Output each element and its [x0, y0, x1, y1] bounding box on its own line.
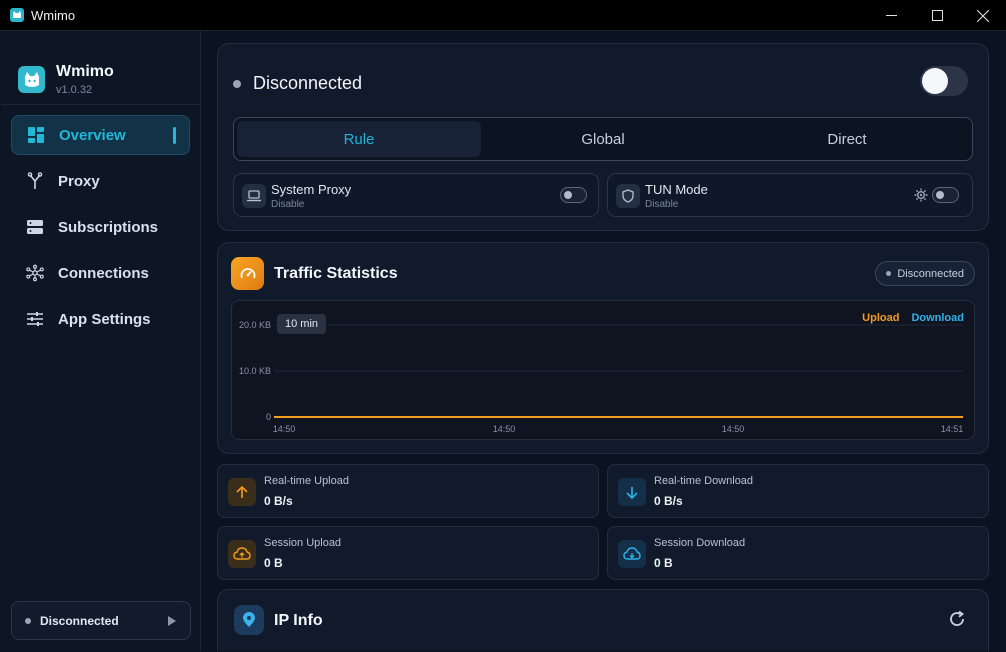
system-proxy-state: Disable	[271, 199, 305, 210]
minimize-icon	[885, 15, 897, 16]
cloud-download-icon	[618, 540, 646, 568]
window-title: Wmimo	[31, 7, 76, 23]
ip-info-card: IP Info	[217, 589, 989, 651]
connection-card: Disconnected Rule Global Direct System P…	[217, 43, 989, 231]
toggle-knob	[936, 191, 944, 199]
session-download-value: 0 B	[654, 556, 673, 570]
app-name: Wmimo	[56, 63, 114, 80]
toggle-knob	[922, 68, 948, 94]
sidebar-item-label: App Settings	[58, 310, 151, 328]
system-proxy-toggle[interactable]	[560, 187, 587, 203]
sidebar-connect-button[interactable]: Disconnected	[11, 601, 191, 640]
realtime-upload-label: Real-time Upload	[264, 475, 349, 487]
minimize-button[interactable]	[868, 0, 914, 31]
session-upload-card: Session Upload 0 B	[217, 526, 599, 580]
network-icon	[26, 264, 44, 282]
arrow-down-icon	[618, 478, 646, 506]
tab-global[interactable]: Global	[481, 121, 725, 157]
app-icon	[10, 8, 24, 22]
sidebar-item-label: Overview	[59, 126, 126, 144]
cloud-upload-icon	[228, 540, 256, 568]
arrow-up-icon	[228, 478, 256, 506]
maximize-icon	[931, 10, 943, 21]
shield-icon	[616, 184, 640, 208]
title-bar: Wmimo	[0, 0, 1006, 31]
toggle-knob	[564, 191, 572, 199]
status-dot	[886, 271, 892, 276]
connection-toggle[interactable]	[920, 66, 968, 96]
time-range-chip[interactable]: 10 min	[277, 314, 327, 334]
play-icon	[168, 616, 176, 626]
sidebar-item-label: Connections	[58, 264, 149, 282]
sidebar-item-label: Proxy	[58, 172, 100, 190]
tab-direct[interactable]: Direct	[725, 121, 969, 157]
x-tick-label: 14:50	[493, 424, 516, 434]
y-tick-label: 0	[266, 412, 271, 422]
sidebar-item-proxy[interactable]: Proxy	[11, 161, 190, 201]
connection-status: Disconnected	[233, 73, 362, 94]
fork-icon	[26, 172, 44, 190]
sidebar-nav: Overview Proxy Subscriptions Connections	[1, 105, 200, 339]
sidebar: Wmimo v1.0.32 Overview Proxy Subscriptio…	[1, 31, 201, 651]
sliders-icon	[26, 310, 44, 328]
session-download-label: Session Download	[654, 537, 746, 549]
location-pin-icon	[234, 605, 264, 635]
dashboard-icon	[27, 126, 45, 144]
sidebar-status-label: Disconnected	[40, 613, 119, 628]
speedometer-icon	[231, 257, 264, 290]
x-tick-label: 14:50	[722, 424, 745, 434]
traffic-status-badge: Disconnected	[875, 261, 975, 286]
status-dot	[233, 79, 241, 88]
close-icon	[977, 9, 989, 22]
session-upload-label: Session Upload	[264, 537, 342, 549]
tab-rule[interactable]: Rule	[237, 121, 481, 157]
sidebar-item-app-settings[interactable]: App Settings	[11, 299, 190, 339]
server-icon	[26, 218, 44, 236]
legend-download[interactable]: Download	[911, 312, 964, 324]
x-tick-label: 14:51	[941, 424, 964, 434]
status-dot	[25, 617, 31, 624]
legend-upload[interactable]: Upload	[862, 312, 899, 324]
sidebar-item-label: Subscriptions	[58, 218, 159, 236]
ip-info-title: IP Info	[274, 612, 323, 629]
traffic-title: Traffic Statistics	[274, 265, 398, 282]
realtime-download-value: 0 B/s	[654, 494, 683, 508]
sidebar-item-overview[interactable]: Overview	[11, 115, 190, 155]
chart-legend: Upload Download	[862, 312, 964, 324]
tun-mode-toggle[interactable]	[932, 187, 959, 203]
traffic-status-label: Disconnected	[897, 267, 964, 280]
brand: Wmimo v1.0.32	[1, 31, 200, 105]
traffic-chart: 20.0 KB 10.0 KB 0 14:50 14:50 14:50 14:51 10 m…	[231, 300, 975, 440]
realtime-upload-card: Real-time Upload 0 B/s	[217, 464, 599, 518]
active-indicator	[173, 127, 176, 144]
connection-status-label: Disconnected	[253, 73, 363, 93]
app-version: v1.0.32	[56, 84, 93, 96]
window-controls	[868, 0, 1006, 31]
realtime-upload-value: 0 B/s	[264, 494, 293, 508]
maximize-button[interactable]	[914, 0, 960, 31]
y-tick-label: 10.0 KB	[239, 366, 271, 376]
sidebar-item-connections[interactable]: Connections	[11, 253, 190, 293]
session-upload-value: 0 B	[264, 556, 283, 570]
refresh-icon[interactable]	[948, 610, 966, 628]
gear-icon[interactable]	[914, 188, 928, 202]
realtime-download-label: Real-time Download	[654, 475, 754, 487]
system-proxy-option: System Proxy Disable	[233, 173, 599, 217]
system-proxy-label: System Proxy	[271, 182, 352, 197]
sidebar-item-subscriptions[interactable]: Subscriptions	[11, 207, 190, 247]
close-button[interactable]	[960, 0, 1006, 31]
tun-mode-state: Disable	[645, 199, 679, 210]
main-content: Disconnected Rule Global Direct System P…	[202, 31, 1006, 651]
app-logo-icon	[18, 66, 45, 93]
tun-mode-label: TUN Mode	[645, 182, 708, 197]
x-tick-label: 14:50	[273, 424, 296, 434]
session-download-card: Session Download 0 B	[607, 526, 989, 580]
traffic-statistics-card: Traffic Statistics Disconnected 20.0 KB 1…	[217, 242, 989, 454]
laptop-icon	[242, 184, 266, 208]
mode-tabs: Rule Global Direct	[233, 117, 973, 161]
realtime-download-card: Real-time Download 0 B/s	[607, 464, 989, 518]
tun-mode-option: TUN Mode Disable	[607, 173, 973, 217]
y-tick-label: 20.0 KB	[239, 320, 271, 330]
